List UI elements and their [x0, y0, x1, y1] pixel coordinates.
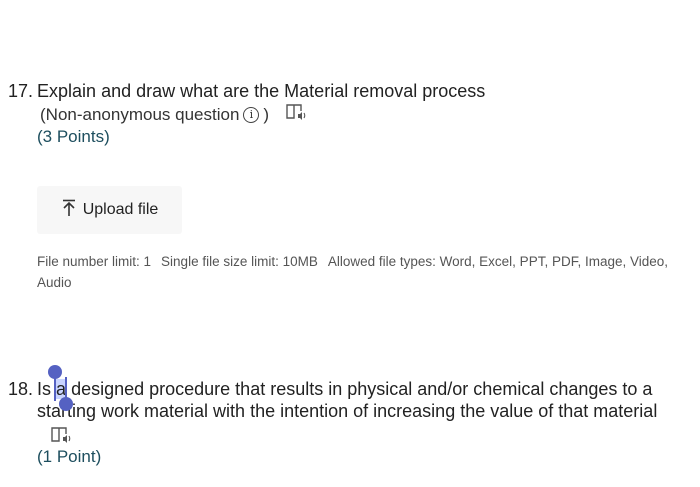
upload-file-button[interactable]: Upload file	[37, 186, 182, 234]
upload-constraints: File number limit: 1 Single file size lim…	[37, 251, 677, 293]
question-text-rest: designed procedure that results in physi…	[66, 379, 653, 399]
question-18-title[interactable]: 18. Is a designed procedure that results …	[8, 377, 652, 401]
question-18-title-line2: starting work material with the intentio…	[37, 401, 658, 421]
question-number: 17.	[8, 81, 34, 101]
immersive-reader-icon[interactable]	[285, 103, 307, 126]
question-17-points: (3 Points)	[37, 127, 110, 146]
file-size-limit: Single file size limit: 10MB	[161, 254, 318, 269]
selection-handle-start[interactable]	[48, 365, 62, 379]
info-icon[interactable]: i	[243, 106, 260, 123]
subtitle-close: )	[263, 104, 270, 124]
upload-file-label: Upload file	[82, 201, 159, 218]
question-17-subtitle: (Non-anonymous question i )	[40, 103, 307, 126]
selection-handle-end[interactable]	[59, 397, 73, 411]
question-number: 18.	[8, 379, 34, 399]
immersive-reader-icon[interactable]	[50, 426, 72, 449]
question-17-title: 17. Explain and draw what are the Materia…	[8, 79, 485, 103]
file-number-limit: File number limit: 1	[37, 254, 152, 269]
question-18-points: (1 Point)	[37, 447, 102, 466]
upload-arrow-icon	[61, 199, 77, 222]
non-anonymous-label: (Non-anonymous question	[40, 104, 240, 124]
question-text: Explain and draw what are the Material r…	[37, 81, 486, 101]
selection-caret-end	[65, 377, 67, 399]
